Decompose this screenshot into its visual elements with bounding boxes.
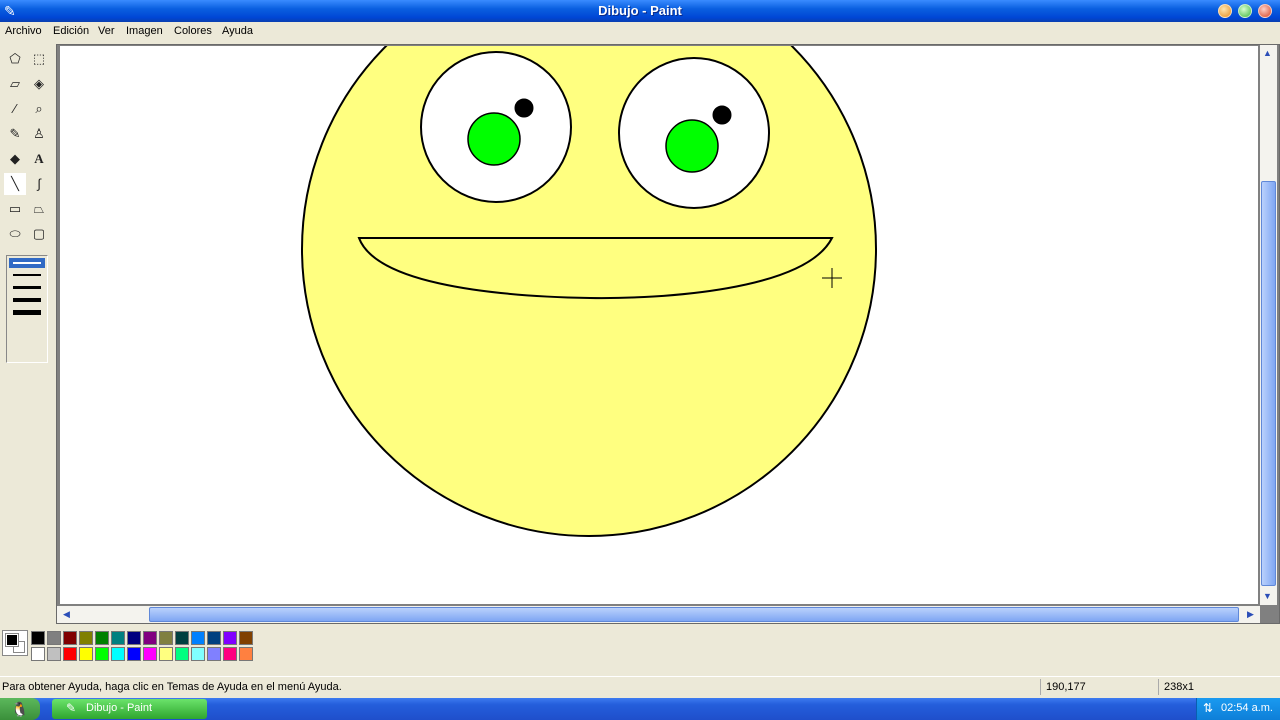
palette-swatch[interactable] bbox=[127, 647, 141, 661]
palette-swatch[interactable] bbox=[175, 631, 189, 645]
start-button[interactable]: 🐧 bbox=[0, 698, 40, 720]
palette-swatch[interactable] bbox=[223, 631, 237, 645]
task-label: Dibujo - Paint bbox=[86, 702, 153, 714]
magnifier-icon[interactable]: ⌕ bbox=[28, 98, 50, 120]
smiley-drawing bbox=[301, 46, 877, 537]
right-iris bbox=[665, 119, 719, 173]
fill-bucket-icon[interactable]: ◈ bbox=[28, 73, 50, 95]
palette-swatch[interactable] bbox=[79, 631, 93, 645]
vertical-scrollbar[interactable]: ▲ ▼ bbox=[1260, 45, 1277, 605]
maximize-button[interactable] bbox=[1238, 4, 1252, 18]
curve-icon[interactable]: ∫ bbox=[28, 173, 50, 195]
line-width-selector bbox=[6, 255, 48, 363]
palette-swatch[interactable] bbox=[159, 631, 173, 645]
left-pupil bbox=[514, 98, 534, 118]
rect-select-icon[interactable]: ⬚ bbox=[28, 48, 50, 70]
palette-swatch[interactable] bbox=[47, 647, 61, 661]
text-icon[interactable]: A bbox=[28, 148, 50, 170]
scroll-down-icon[interactable]: ▼ bbox=[1260, 591, 1275, 601]
palette-swatch[interactable] bbox=[223, 647, 237, 661]
vertical-scroll-thumb[interactable] bbox=[1261, 181, 1276, 586]
scroll-left-icon[interactable]: ◀ bbox=[59, 609, 74, 620]
rounded-rect-icon[interactable]: ▢ bbox=[28, 223, 50, 245]
menu-colores[interactable]: Colores bbox=[174, 25, 212, 37]
polygon-icon[interactable]: ⏢ bbox=[28, 198, 50, 220]
line-width-4[interactable] bbox=[13, 298, 41, 302]
scroll-up-icon[interactable]: ▲ bbox=[1260, 48, 1275, 58]
free-select-icon[interactable]: ⬠ bbox=[4, 48, 26, 70]
work-area: ▲ ▼ ◀ ▶ bbox=[56, 44, 1280, 624]
taskbar: 🐧 ✎ Dibujo - Paint ⇅ 02:54 a.m. bbox=[0, 698, 1280, 720]
menu-bar: Archivo Edición Ver Imagen Colores Ayuda bbox=[0, 22, 1280, 42]
palette-swatch[interactable] bbox=[31, 631, 45, 645]
palette-swatch[interactable] bbox=[239, 631, 253, 645]
paint-task-icon: ✎ bbox=[66, 701, 77, 715]
line-width-3[interactable] bbox=[13, 286, 41, 289]
right-pupil bbox=[712, 105, 732, 125]
palette-swatch[interactable] bbox=[79, 647, 93, 661]
horizontal-scroll-thumb[interactable] bbox=[149, 607, 1239, 622]
palette-swatch[interactable] bbox=[143, 647, 157, 661]
menu-ver[interactable]: Ver bbox=[98, 25, 115, 37]
palette-swatch[interactable] bbox=[63, 647, 77, 661]
status-coordinates: 190,177 bbox=[1040, 679, 1156, 695]
eraser-icon[interactable]: ▱ bbox=[4, 73, 26, 95]
left-iris bbox=[467, 112, 521, 166]
window-title: Dibujo - Paint bbox=[598, 3, 682, 18]
tool-box: ⬠ ⬚ ▱ ◈ ⁄ ⌕ ✎ ♙ ◆ A ╲ ∫ ▭ ⏢ ⬭ ▢ bbox=[0, 44, 56, 624]
palette-swatch[interactable] bbox=[111, 647, 125, 661]
palette-swatch[interactable] bbox=[207, 647, 221, 661]
line-width-1[interactable] bbox=[9, 258, 45, 268]
palette-swatch[interactable] bbox=[175, 647, 189, 661]
palette-swatch[interactable] bbox=[47, 631, 61, 645]
system-tray: ⇅ 02:54 a.m. bbox=[1196, 698, 1280, 720]
status-selection-size: 238x1 bbox=[1158, 679, 1278, 695]
brush-icon[interactable]: ♙ bbox=[28, 123, 50, 145]
start-logo-icon: 🐧 bbox=[11, 701, 29, 717]
palette-swatch[interactable] bbox=[95, 631, 109, 645]
palette-swatch[interactable] bbox=[63, 631, 77, 645]
palette-swatch[interactable] bbox=[143, 631, 157, 645]
color-palette bbox=[0, 626, 1280, 670]
taskbar-button-paint[interactable]: ✎ Dibujo - Paint bbox=[52, 699, 207, 719]
palette-swatch[interactable] bbox=[159, 647, 173, 661]
palette-swatch[interactable] bbox=[111, 631, 125, 645]
pencil-icon[interactable]: ✎ bbox=[4, 123, 26, 145]
title-bar: ✎ Dibujo - Paint bbox=[0, 0, 1280, 22]
minimize-button[interactable] bbox=[1218, 4, 1232, 18]
line-icon[interactable]: ╲ bbox=[4, 173, 26, 195]
line-width-5[interactable] bbox=[13, 310, 41, 315]
rectangle-icon[interactable]: ▭ bbox=[4, 198, 26, 220]
color-picker-icon[interactable]: ⁄ bbox=[4, 98, 26, 120]
palette-swatch[interactable] bbox=[95, 647, 109, 661]
menu-edicion[interactable]: Edición bbox=[53, 25, 89, 37]
clock: 02:54 a.m. bbox=[1221, 702, 1273, 714]
palette-swatch[interactable] bbox=[207, 631, 221, 645]
status-bar: Para obtener Ayuda, haga clic en Temas d… bbox=[0, 676, 1280, 696]
palette-swatch[interactable] bbox=[239, 647, 253, 661]
palette-swatch[interactable] bbox=[127, 631, 141, 645]
horizontal-scrollbar[interactable]: ◀ ▶ bbox=[57, 606, 1260, 623]
ellipse-icon[interactable]: ⬭ bbox=[4, 223, 26, 245]
menu-ayuda[interactable]: Ayuda bbox=[222, 25, 253, 37]
current-colors bbox=[2, 630, 28, 656]
status-help-text: Para obtener Ayuda, haga clic en Temas d… bbox=[2, 681, 342, 693]
network-icon[interactable]: ⇅ bbox=[1203, 701, 1213, 715]
close-button[interactable] bbox=[1258, 4, 1272, 18]
palette-swatch[interactable] bbox=[191, 631, 205, 645]
scroll-right-icon[interactable]: ▶ bbox=[1243, 609, 1258, 620]
foreground-color bbox=[5, 633, 19, 647]
drawing-canvas[interactable] bbox=[60, 46, 1258, 604]
palette-swatch[interactable] bbox=[191, 647, 205, 661]
line-width-2[interactable] bbox=[13, 274, 41, 276]
palette-swatch[interactable] bbox=[31, 647, 45, 661]
menu-imagen[interactable]: Imagen bbox=[126, 25, 163, 37]
airbrush-icon[interactable]: ◆ bbox=[4, 148, 26, 170]
menu-archivo[interactable]: Archivo bbox=[5, 25, 42, 37]
